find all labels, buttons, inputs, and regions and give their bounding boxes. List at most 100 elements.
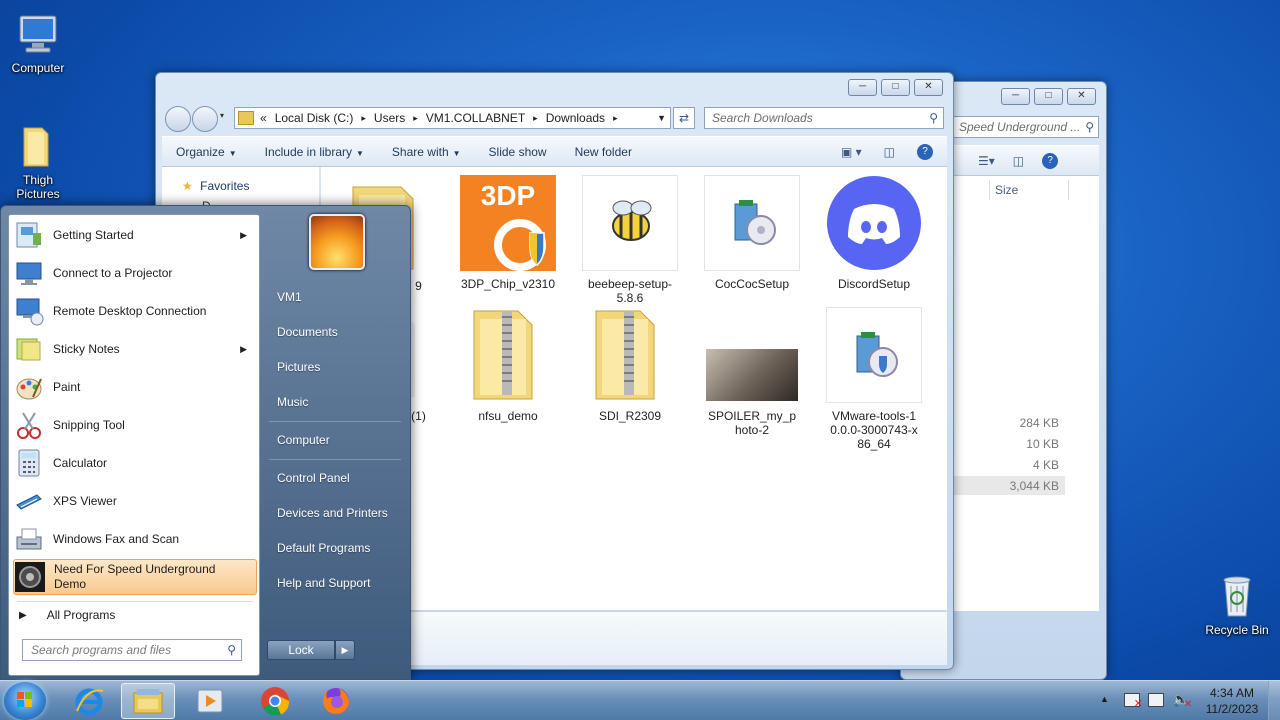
program-snipping-tool[interactable]: Snipping Tool (13, 407, 257, 443)
file-item[interactable]: beebeep-setup-5.8.6 (580, 175, 680, 305)
view-icon[interactable]: ☰▾ (978, 154, 995, 168)
start-link-control-panel[interactable]: Control Panel (277, 471, 350, 485)
taskbar-media-player[interactable] (183, 683, 237, 719)
3dp-chip-icon: 3DP (460, 175, 556, 271)
start-link-help-support[interactable]: Help and Support (277, 576, 370, 590)
preview-pane-icon[interactable]: ◫ (1013, 154, 1024, 168)
file-item[interactable]: DiscordSetup (824, 175, 924, 291)
organize-button[interactable]: Organize ▼ (162, 145, 251, 159)
clock-date: 11/2/2023 (1205, 702, 1259, 716)
lock-button[interactable]: Lock (267, 640, 335, 660)
help-icon[interactable]: ? (917, 143, 933, 160)
start-link-pictures[interactable]: Pictures (277, 360, 320, 374)
taskbar-chrome[interactable] (248, 683, 302, 719)
all-programs-button[interactable]: ▶ All Programs (19, 605, 115, 625)
program-getting-started[interactable]: Getting Started ▶ (13, 217, 257, 253)
breadcrumb-users[interactable]: Users (374, 111, 405, 125)
slide-show-button[interactable]: Slide show (475, 145, 561, 159)
breadcrumb-separator-icon: ▸ (533, 112, 538, 123)
change-view-icon[interactable]: ▣ ▾ (841, 145, 862, 159)
desktop-icon-recycle-bin[interactable]: Recycle Bin (1199, 572, 1275, 637)
start-link-music[interactable]: Music (277, 395, 308, 409)
remote-desktop-icon (13, 295, 45, 327)
file-item[interactable]: nfsu_demo (458, 307, 558, 423)
help-icon[interactable]: ? (1042, 152, 1059, 169)
program-need-for-speed[interactable]: Need For Speed Underground Demo (13, 559, 257, 595)
new-folder-button[interactable]: New folder (561, 145, 646, 159)
program-remote-desktop[interactable]: Remote Desktop Connection (13, 293, 257, 329)
back-search-input[interactable]: Speed Underground ... ⚲ (951, 116, 1099, 138)
file-item[interactable]: SPOILER_my_photo-2 (702, 307, 802, 437)
maximize-button[interactable]: □ (1034, 88, 1063, 105)
start-search-input[interactable]: Search programs and files ⚲ (22, 639, 242, 661)
window-controls: ─ □ ✕ (1001, 88, 1096, 105)
star-icon: ★ (182, 179, 193, 193)
share-with-button[interactable]: Share with ▼ (378, 145, 475, 159)
program-fax-scan[interactable]: Windows Fax and Scan (13, 521, 257, 557)
taskbar-explorer[interactable] (121, 683, 175, 719)
address-dropdown-icon[interactable]: ▼ (657, 113, 666, 123)
file-item[interactable]: VMware-tools-10.0.0-3000743-x86_64 (824, 307, 924, 451)
taskbar-firefox[interactable] (309, 683, 363, 719)
desktop-icon-label: Computer (11, 61, 65, 75)
size-cell: 10 KB (1026, 437, 1059, 451)
program-sticky-notes[interactable]: Sticky Notes ▶ (13, 331, 257, 367)
address-bar[interactable]: « Local Disk (C:) ▸ Users ▸ VM1.COLLABNE… (234, 107, 671, 129)
media-player-icon (197, 689, 223, 713)
forward-button[interactable] (192, 106, 218, 132)
volume-icon[interactable]: 🔈 ✕ (1172, 691, 1192, 710)
start-button[interactable] (4, 682, 46, 720)
back-content: Size 284 KB 10 KB 4 KB 3,044 KB (953, 176, 1099, 611)
breadcrumb-vm1[interactable]: VM1.COLLABNET (426, 111, 525, 125)
column-header-size[interactable]: Size (989, 180, 1069, 200)
power-options-button[interactable]: ▶ (335, 640, 355, 660)
breadcrumb-separator-icon: ▸ (413, 112, 418, 123)
minimize-button[interactable]: ─ (848, 79, 877, 96)
program-calculator[interactable]: Calculator (13, 445, 257, 481)
breadcrumb-downloads[interactable]: Downloads (546, 111, 605, 125)
file-item[interactable]: 3DP 3DP_Chip_v2310 (458, 175, 558, 291)
file-item[interactable]: SDI_R2309 (580, 307, 680, 423)
program-xps-viewer[interactable]: XPS Viewer (13, 483, 257, 519)
program-paint[interactable]: Paint (13, 369, 257, 405)
start-link-devices-printers[interactable]: Devices and Printers (277, 506, 388, 520)
back-button[interactable] (165, 106, 191, 132)
network-alert-icon[interactable]: ✕ (1124, 693, 1143, 710)
start-link-default-programs[interactable]: Default Programs (277, 541, 370, 555)
back-toolbar: ☰▾ ◫ ? (953, 145, 1099, 176)
show-desktop-button[interactable] (1268, 681, 1280, 720)
taskbar-internet-explorer[interactable] (62, 683, 116, 719)
maximize-button[interactable]: □ (881, 79, 910, 96)
start-link-computer[interactable]: Computer (277, 433, 330, 447)
clock[interactable]: 4:34 AM 11/2/2023 (1196, 685, 1268, 717)
file-item[interactable]: CocCocSetup (702, 175, 802, 291)
windows-logo-icon (17, 692, 32, 707)
desktop-icon-label: Recycle Bin (1205, 623, 1269, 637)
command-bar: Organize ▼ Include in library ▼ Share with… (162, 136, 947, 167)
fax-icon (13, 523, 45, 555)
history-dropdown[interactable]: ▾ (220, 111, 224, 120)
breadcrumb-local-disk[interactable]: Local Disk (C:) (275, 111, 354, 125)
desktop-icon-computer[interactable]: Computer (0, 10, 76, 75)
calculator-icon (13, 447, 45, 479)
program-connect-projector[interactable]: Connect to a Projector (13, 255, 257, 291)
user-picture[interactable] (309, 214, 365, 270)
close-button[interactable]: ✕ (914, 79, 943, 96)
folder-icon (133, 689, 163, 714)
start-link-user[interactable]: VM1 (277, 290, 302, 304)
include-in-library-button[interactable]: Include in library ▼ (251, 145, 378, 159)
refresh-button[interactable]: ⇄ (673, 107, 695, 129)
start-link-documents[interactable]: Documents (277, 325, 338, 339)
internet-explorer-icon (75, 688, 104, 716)
nav-favorites[interactable]: ★ Favorites (182, 179, 249, 193)
minimize-button[interactable]: ─ (1001, 88, 1030, 105)
search-downloads-input[interactable]: Search Downloads ⚲ (704, 107, 944, 129)
desktop-icon-thigh-pictures[interactable]: Thigh Pictures (0, 122, 76, 201)
show-hidden-icons-button[interactable]: ▲ (1100, 694, 1109, 704)
computer-icon (14, 10, 62, 58)
breadcrumb-separator-icon: ▸ (361, 112, 366, 123)
network-icon[interactable] (1148, 693, 1164, 707)
preview-pane-icon[interactable]: ◫ (884, 145, 895, 159)
close-button[interactable]: ✕ (1067, 88, 1096, 105)
search-icon: ⚲ (227, 643, 236, 657)
